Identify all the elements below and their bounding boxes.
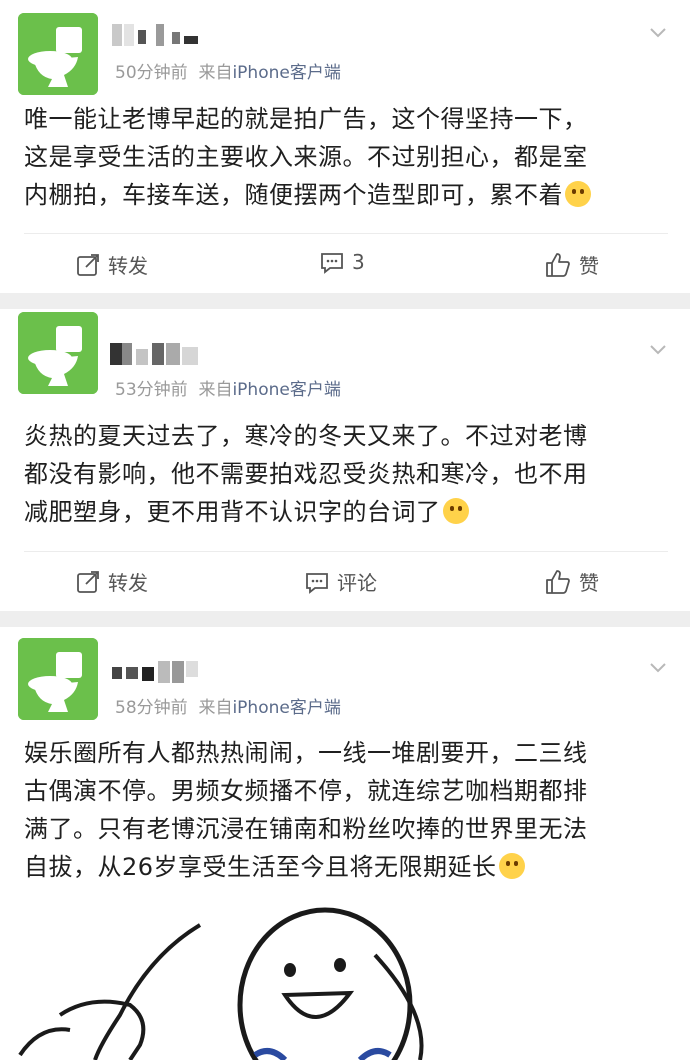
- like-button[interactable]: 赞: [545, 250, 599, 279]
- repost-icon: [77, 253, 99, 276]
- avatar[interactable]: [18, 638, 98, 720]
- post-time: 58分钟前: [115, 698, 188, 718]
- repost-label: 转发: [108, 254, 148, 278]
- post-text-line-last: 减肥塑身，更不用背不认识字的台词了: [24, 493, 664, 531]
- divider: [24, 233, 668, 234]
- like-button[interactable]: 赞: [545, 567, 599, 596]
- post-meta: 50分钟前 来自iPhone客户端: [115, 58, 341, 83]
- thumbs-up-icon: [546, 252, 570, 277]
- repost-label: 转发: [108, 571, 148, 595]
- post-text-line: 都没有影响，他不需要拍戏忍受炎热和寒冷，也不用: [24, 460, 588, 488]
- post-text-line: 这是享受生活的主要收入来源。不过别担心，都是室: [24, 143, 588, 171]
- avatar[interactable]: [18, 13, 98, 95]
- post-meta: 58分钟前 来自iPhone客户端: [115, 693, 341, 718]
- feed-separator: [0, 293, 690, 309]
- toilet-icon: [18, 312, 98, 394]
- divider: [24, 551, 668, 552]
- chevron-down-icon[interactable]: [648, 657, 668, 677]
- post-text-line: 满了。只有老博沉浸在铺南和粉丝吹捧的世界里无法: [24, 815, 588, 843]
- toilet-icon: [18, 638, 98, 720]
- hands-over-mouth-emoji: [442, 498, 469, 524]
- sticker-eye-right: [334, 958, 346, 972]
- post-text-line: 内棚拍，车接车送，随便摆两个造型即可，累不着: [24, 181, 563, 209]
- post-text-line: 自拔，从26岁享受生活至今且将无限期延长: [24, 853, 497, 881]
- avatar[interactable]: [18, 312, 98, 394]
- post-text: 娱乐圈所有人都热热闹闹，一线一堆剧要开，二三线 古偶演不停。男频女频播不停，就连…: [24, 734, 664, 886]
- smile-emoji: [498, 853, 525, 879]
- thumbs-up-icon: [546, 569, 570, 594]
- weibo-post-2: 53分钟前 来自iPhone客户端 炎热的夏天过去了，寒冷的冬天又来了。不过对老…: [0, 309, 690, 611]
- post-text-line-last: 自拔，从26岁享受生活至今且将无限期延长: [24, 848, 664, 886]
- post-time: 50分钟前: [115, 63, 188, 83]
- username-redacted[interactable]: [112, 24, 202, 46]
- sticker-arm-stroke: [93, 923, 202, 1060]
- repost-button[interactable]: 转发: [76, 250, 148, 279]
- comment-count: 3: [352, 250, 365, 274]
- meme-sticker-image[interactable]: [0, 895, 690, 1060]
- chevron-down-icon[interactable]: [648, 22, 668, 42]
- comment-icon: [306, 572, 328, 594]
- post-text-line: 娱乐圈所有人都热热闹闹，一线一堆剧要开，二三线: [24, 739, 588, 767]
- comment-label: 评论: [337, 571, 377, 595]
- post-text-line: 古偶演不停。男频女频播不停，就连综艺咖档期都排: [24, 777, 588, 805]
- comment-icon: [321, 253, 343, 274]
- repost-button[interactable]: 转发: [76, 567, 148, 596]
- post-text-line: 减肥塑身，更不用背不认识字的台词了: [24, 498, 441, 526]
- username-redacted[interactable]: [112, 661, 202, 683]
- feed-separator: [0, 611, 690, 627]
- post-from: 来自: [198, 380, 233, 400]
- post-text-line: 炎热的夏天过去了，寒冷的冬天又来了。不过对老博: [24, 422, 588, 450]
- post-source[interactable]: iPhone客户端: [232, 698, 340, 718]
- post-time: 53分钟前: [115, 380, 188, 400]
- weibo-post-1: 50分钟前 来自iPhone客户端 唯一能让老博早起的就是拍广告，这个得坚持一下…: [0, 0, 690, 293]
- like-label: 赞: [579, 571, 599, 595]
- post-text: 唯一能让老博早起的就是拍广告，这个得坚持一下， 这是享受生活的主要收入来源。不过…: [24, 100, 664, 214]
- repost-icon: [77, 570, 99, 593]
- chevron-down-icon[interactable]: [648, 339, 668, 359]
- post-from: 来自: [198, 698, 233, 718]
- post-from: 来自: [198, 63, 233, 83]
- sticker-finger-stroke: [18, 1027, 71, 1057]
- username-redacted[interactable]: [110, 343, 202, 365]
- post-text-line-last: 内棚拍，车接车送，随便摆两个造型即可，累不着: [24, 176, 664, 214]
- post-source[interactable]: iPhone客户端: [232, 63, 340, 83]
- sticker-eye-left: [284, 963, 296, 977]
- post-text-line: 唯一能让老博早起的就是拍广告，这个得坚持一下，: [24, 105, 588, 133]
- comment-button[interactable]: 3: [320, 250, 365, 274]
- like-label: 赞: [579, 254, 599, 278]
- sticker-head: [237, 907, 413, 1060]
- toilet-icon: [18, 13, 98, 95]
- comment-button[interactable]: 评论: [305, 567, 377, 596]
- post-text: 炎热的夏天过去了，寒冷的冬天又来了。不过对老博 都没有影响，他不需要拍戏忍受炎热…: [24, 417, 664, 531]
- shocked-face-emoji: [565, 181, 591, 207]
- post-meta: 53分钟前 来自iPhone客户端: [115, 375, 341, 400]
- sticker-hand-stroke: [58, 999, 146, 1060]
- post-source[interactable]: iPhone客户端: [232, 380, 340, 400]
